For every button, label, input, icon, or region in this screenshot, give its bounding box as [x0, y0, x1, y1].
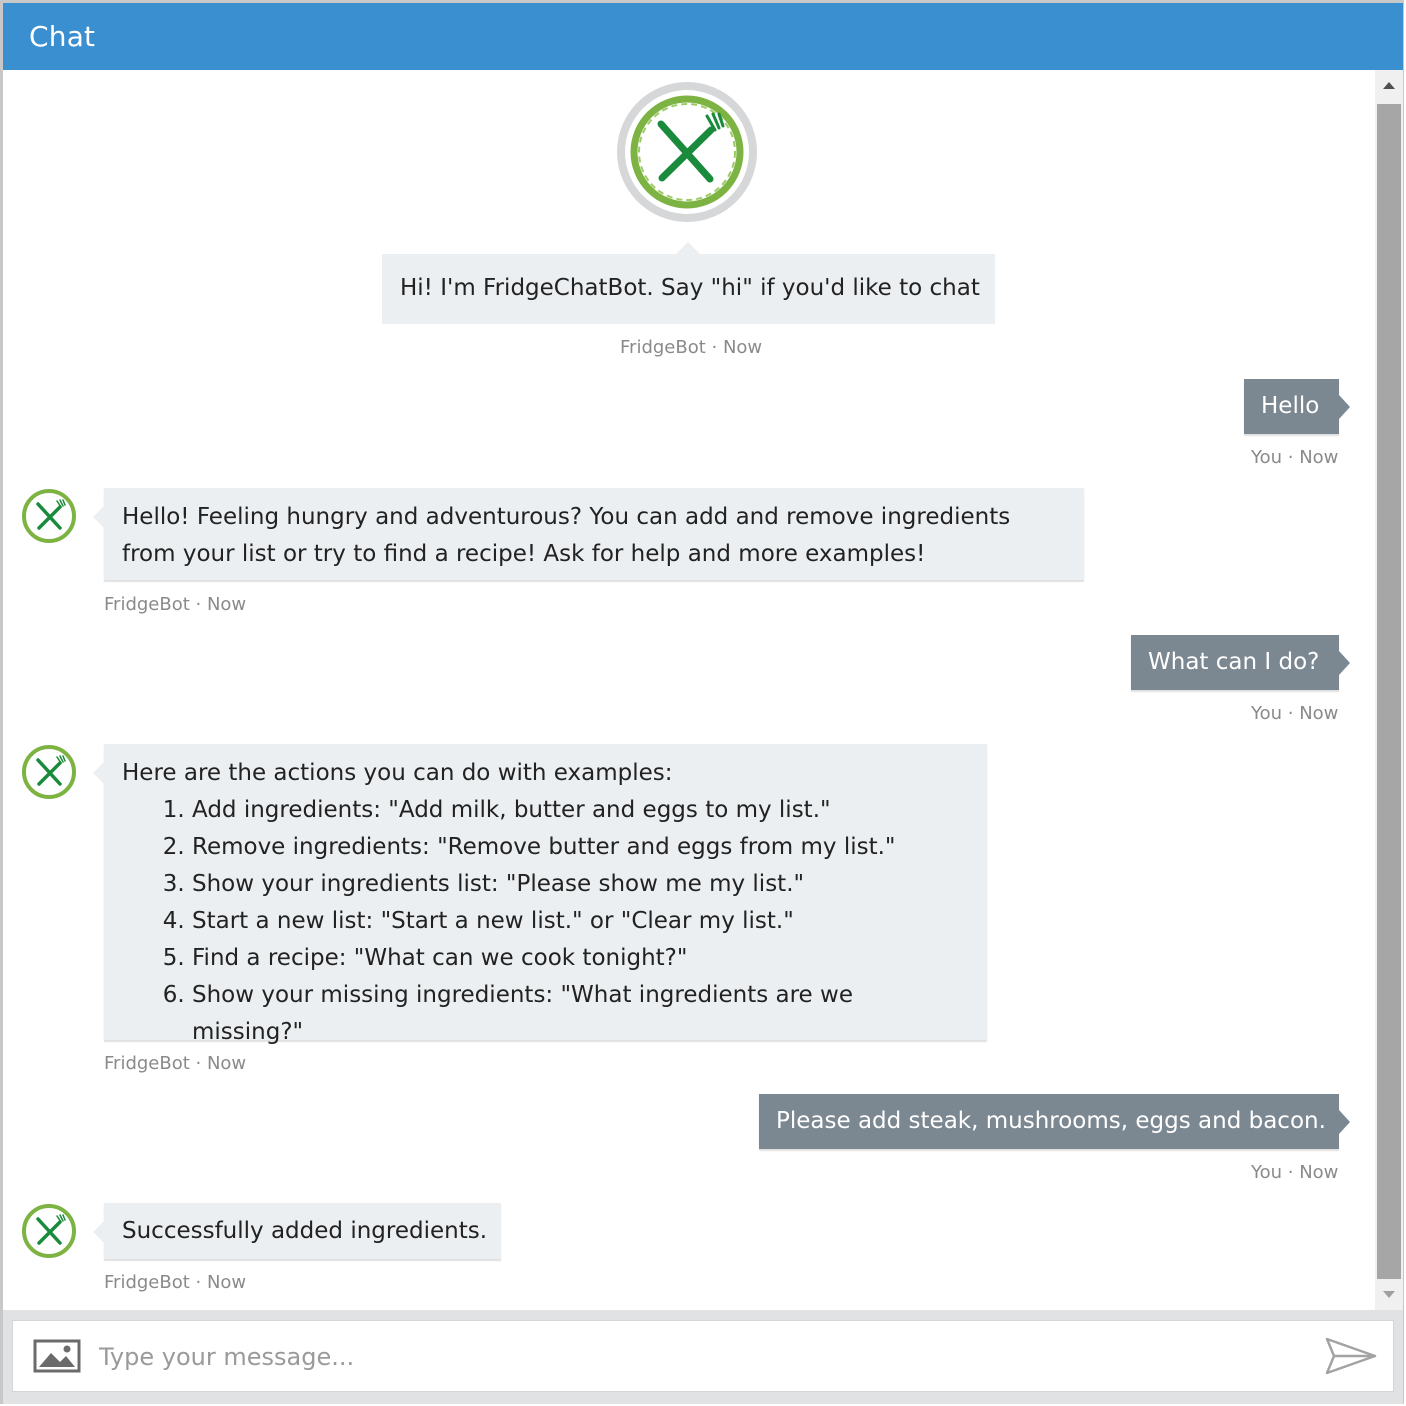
bot-message-line: Hello! Feeling hungry and adventurous? Y… — [122, 504, 1011, 530]
bot-message-meta: FridgeBot · Now — [104, 1053, 247, 1074]
welcome-text: Hi! I'm FridgeChatBot. Say "hi" if you'd… — [400, 275, 980, 301]
user-message: Please add steak, mushrooms, eggs and ba… — [759, 1094, 1350, 1149]
user-message-meta: You · Now — [1251, 1162, 1339, 1183]
composer — [12, 1320, 1394, 1392]
header-title: Chat — [29, 20, 96, 53]
scrollbar[interactable] — [1375, 70, 1403, 1310]
bot-logo-icon — [617, 82, 757, 222]
scroll-down-arrow-icon[interactable] — [1375, 1278, 1403, 1310]
actions-list: Add ingredients: "Add milk, butter and e… — [122, 792, 969, 1051]
bot-avatar-icon — [22, 1204, 76, 1258]
bot-message: Hello! Feeling hungry and adventurous? Y… — [93, 488, 1084, 580]
action-item: Remove ingredients: "Remove butter and e… — [192, 829, 969, 866]
welcome-meta: FridgeBot · Now — [620, 337, 763, 358]
action-item: Start a new list: "Start a new list." or… — [192, 903, 969, 940]
scroll-up-arrow-icon[interactable] — [1375, 70, 1403, 102]
bot-avatar-icon — [22, 745, 76, 799]
user-message-meta: You · Now — [1251, 703, 1339, 724]
bot-message-line: from your list or try to find a recipe! … — [122, 541, 926, 567]
bot-message-intro: Here are the actions you can do with exa… — [122, 760, 673, 786]
bot-message-text: Successfully added ingredients. — [122, 1218, 488, 1244]
action-item: Show your ingredients list: "Please show… — [192, 866, 969, 903]
bot-avatar-icon — [22, 489, 76, 543]
bot-message-meta: FridgeBot · Now — [104, 1272, 247, 1293]
user-message-text: What can I do? — [1148, 649, 1320, 675]
message-input[interactable] — [97, 1333, 1301, 1381]
image-upload-icon[interactable] — [33, 1339, 81, 1373]
bot-message-meta: FridgeBot · Now — [104, 594, 247, 615]
chat-header: Chat — [3, 3, 1403, 70]
user-message-meta: You · Now — [1251, 447, 1339, 468]
send-icon[interactable] — [1325, 1337, 1377, 1375]
action-item: Add ingredients: "Add milk, butter and e… — [192, 792, 969, 829]
user-message-text: Hello — [1261, 393, 1320, 419]
bot-message: Successfully added ingredients. — [93, 1203, 501, 1259]
user-message: Hello — [1244, 379, 1350, 434]
scroll-thumb[interactable] — [1377, 104, 1401, 1279]
action-item: Find a recipe: "What can we cook tonight… — [192, 940, 969, 977]
action-item: Show your missing ingredients: "What ing… — [192, 977, 969, 1051]
user-message: What can I do? — [1131, 635, 1350, 690]
composer-bar — [3, 1310, 1403, 1404]
bot-message: Here are the actions you can do with exa… — [93, 744, 987, 1045]
user-message-text: Please add steak, mushrooms, eggs and ba… — [776, 1108, 1326, 1134]
welcome-message: Hi! I'm FridgeChatBot. Say "hi" if you'd… — [382, 242, 995, 324]
